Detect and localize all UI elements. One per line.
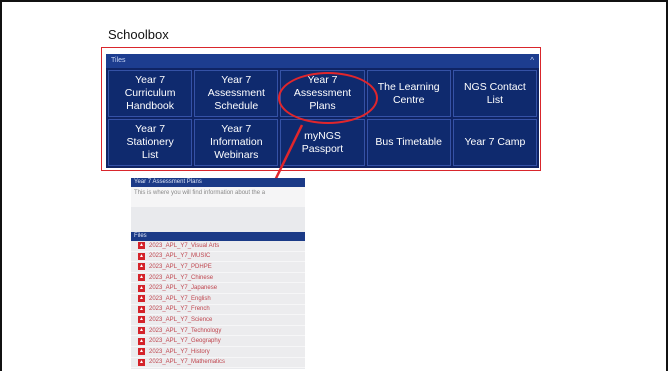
file-link[interactable]: 2023_APL_Y7_English	[149, 294, 211, 304]
pdf-file-icon: ▲	[138, 348, 145, 356]
file-item[interactable]: ▲ 2023_APL_Y7_History	[131, 346, 305, 358]
files-heading: Files	[131, 232, 305, 241]
assessment-plans-heading: Year 7 Assessment Plans	[131, 178, 305, 187]
file-link[interactable]: 2023_APL_Y7_Chinese	[149, 273, 213, 283]
file-item[interactable]: ▲ 2023_APL_Y7_English	[131, 293, 305, 305]
file-link[interactable]: 2023_APL_Y7_PDHPE	[149, 262, 212, 272]
file-item[interactable]: ▲ 2023_APL_Y7_French	[131, 304, 305, 316]
pdf-file-icon: ▲	[138, 337, 145, 345]
file-list: ▲ 2023_APL_Y7_Visual Arts ▲ 2023_APL_Y7_MU…	[131, 241, 305, 369]
callout-arrow	[258, 124, 304, 212]
pdf-file-icon: ▲	[138, 242, 145, 250]
file-link[interactable]: 2023_APL_Y7_Science	[149, 315, 212, 325]
pdf-file-icon: ▲	[138, 274, 145, 282]
pdf-file-icon: ▲	[138, 252, 145, 260]
pdf-file-icon: ▲	[138, 358, 145, 366]
pdf-file-icon: ▲	[138, 263, 145, 271]
file-link[interactable]: 2023_APL_Y7_French	[149, 304, 210, 314]
pdf-file-icon: ▲	[138, 284, 145, 292]
file-item[interactable]: ▲ 2023_APL_Y7_Geography	[131, 336, 305, 347]
file-item[interactable]: ▲ 2023_APL_Y7_Science	[131, 315, 305, 326]
assessment-plans-description: This is where you will find information …	[131, 187, 305, 207]
file-item[interactable]: ▲ 2023_APL_Y7_Technology	[131, 325, 305, 337]
file-item[interactable]: ▲ 2023_APL_Y7_PDHPE	[131, 262, 305, 273]
file-link[interactable]: 2023_APL_Y7_Japanese	[149, 283, 217, 293]
file-item[interactable]: ▲ 2023_APL_Y7_Japanese	[131, 283, 305, 294]
file-link[interactable]: 2023_APL_Y7_Mathematics	[149, 357, 225, 367]
assessment-plans-page: Year 7 Assessment Plans This is where yo…	[131, 178, 305, 369]
file-item[interactable]: ▲ 2023_APL_Y7_Chinese	[131, 272, 305, 284]
pdf-file-icon: ▲	[138, 295, 145, 303]
content-spacer	[131, 207, 305, 232]
file-item[interactable]: ▲ 2023_APL_Y7_Mathematics	[131, 357, 305, 369]
file-item[interactable]: ▲ 2023_APL_Y7_Visual Arts	[131, 241, 305, 252]
file-link[interactable]: 2023_APL_Y7_Geography	[149, 336, 221, 346]
file-link[interactable]: 2023_APL_Y7_History	[149, 347, 210, 357]
pdf-file-icon: ▲	[138, 327, 145, 335]
file-item[interactable]: ▲ 2023_APL_Y7_MUSIC	[131, 251, 305, 263]
pdf-file-icon: ▲	[138, 316, 145, 324]
pdf-file-icon: ▲	[138, 305, 145, 313]
file-link[interactable]: 2023_APL_Y7_Visual Arts	[149, 241, 219, 251]
file-link[interactable]: 2023_APL_Y7_MUSIC	[149, 251, 210, 261]
file-link[interactable]: 2023_APL_Y7_Technology	[149, 326, 221, 336]
